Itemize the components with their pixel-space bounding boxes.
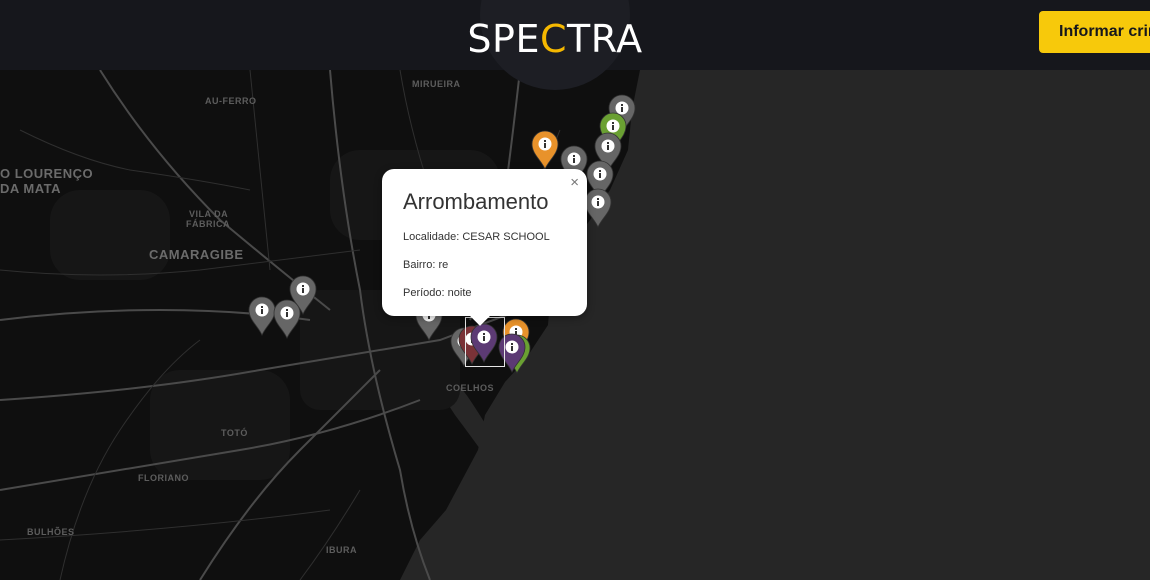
brand-logo: SPECTRA — [467, 17, 643, 61]
place-label: TOTÓ — [221, 428, 248, 438]
map-marker-orange[interactable] — [531, 130, 559, 170]
map-marker-gray[interactable] — [584, 188, 612, 228]
place-label: CAMARAGIBE — [149, 247, 244, 262]
place-label: O LOURENÇO — [0, 166, 94, 181]
crime-map[interactable]: MIRUEIRA AU-FERRO O LOURENÇO DA MATA VIL… — [0, 70, 1150, 580]
place-label: IBURA — [326, 545, 357, 555]
place-label: MIRUEIRA — [412, 79, 461, 89]
app-header: SPECTRA Informar crime — [0, 0, 1150, 90]
place-label: BULHÕES — [27, 527, 75, 537]
place-label: VILA DA — [189, 209, 229, 219]
popup-locality: Localidade: CESAR SCHOOL — [403, 231, 550, 243]
place-label: FLORIANO — [138, 473, 189, 483]
close-icon[interactable]: × — [570, 174, 579, 191]
map-marker-gray[interactable] — [248, 296, 276, 336]
map-marker-gray[interactable] — [273, 299, 301, 339]
place-label: FÁBRICA — [186, 219, 230, 229]
popup-district: Bairro: re — [403, 259, 449, 271]
place-label: DA MATA — [0, 181, 62, 196]
popup-period: Período: noite — [403, 287, 472, 299]
place-label: AU-FERRO — [205, 96, 257, 106]
place-label: COELHOS — [446, 383, 495, 393]
report-crime-button[interactable]: Informar crime — [1039, 11, 1150, 53]
incident-popup: × Arrombamento Localidade: CESAR SCHOOL … — [382, 169, 587, 316]
popup-title: Arrombamento — [403, 189, 549, 214]
selected-marker-outline — [465, 317, 505, 367]
